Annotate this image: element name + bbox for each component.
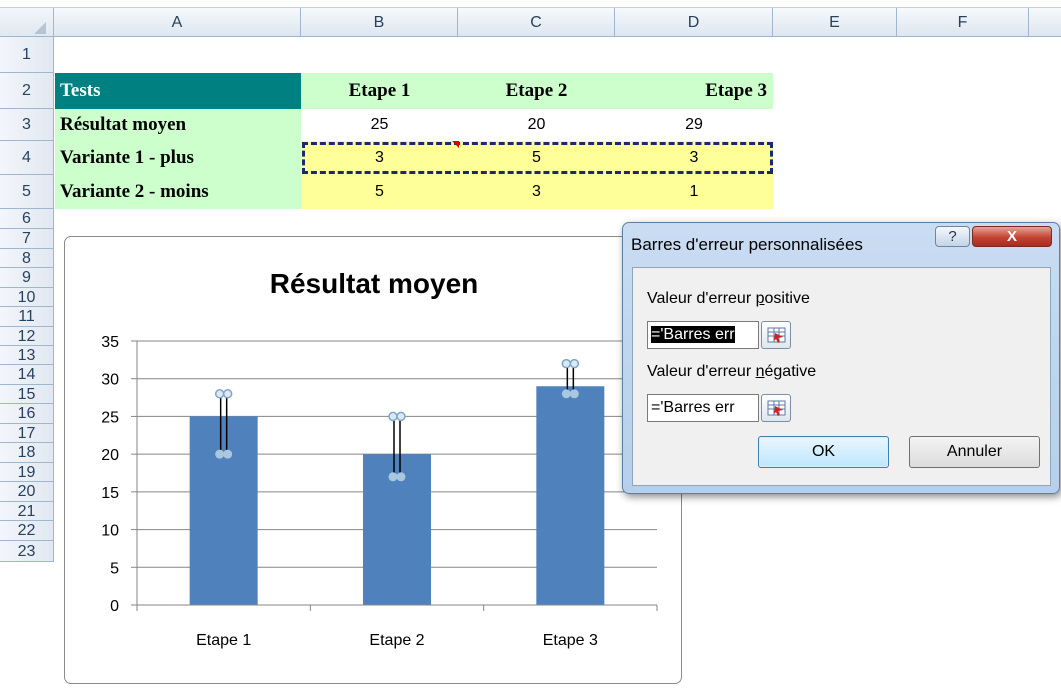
error-bar-handle[interactable]: [214, 389, 225, 399]
cell-b3[interactable]: 25: [301, 109, 458, 141]
row-header-21[interactable]: 21: [0, 502, 54, 521]
range-selector-icon: [767, 327, 786, 343]
row-header-11[interactable]: 11: [0, 307, 54, 327]
row-header-20[interactable]: 20: [0, 482, 54, 502]
bar-1[interactable]: [189, 416, 258, 605]
cell-a4-variante1[interactable]: Variante 1 - plus: [55, 141, 301, 175]
cancel-button[interactable]: Annuler: [909, 436, 1040, 468]
row-header-19[interactable]: 19: [0, 463, 54, 482]
x-tick-label: Etape 1: [196, 632, 251, 649]
row-header-7[interactable]: 7: [0, 229, 54, 249]
column-header-d[interactable]: D: [615, 8, 773, 37]
error-bar-handle[interactable]: [388, 472, 398, 482]
help-button[interactable]: ?: [935, 226, 970, 247]
cell-c3[interactable]: 20: [458, 109, 615, 141]
error-bar-handle[interactable]: [223, 449, 233, 459]
error-bar-handle[interactable]: [569, 358, 580, 369]
cell-a2-tests[interactable]: Tests: [55, 73, 301, 109]
range-selector-icon: [767, 400, 786, 416]
row-header-15[interactable]: 15: [0, 385, 54, 404]
row-header-6[interactable]: 6: [0, 209, 54, 229]
row-header-8[interactable]: 8: [0, 249, 54, 268]
negative-range-selector-button[interactable]: [761, 394, 791, 422]
negative-error-input[interactable]: ='Barres err: [647, 394, 759, 422]
custom-error-bars-dialog[interactable]: Barres d'erreur personnalisées ? X Valeu…: [622, 222, 1060, 494]
y-tick-label: 25: [101, 409, 119, 426]
ok-button[interactable]: OK: [758, 436, 889, 468]
y-tick-label: 20: [101, 447, 119, 464]
positive-error-input[interactable]: ='Barres err: [647, 321, 759, 349]
row-header-3[interactable]: 3: [0, 109, 54, 141]
row-header-1[interactable]: 1: [0, 37, 54, 73]
y-tick-label: 5: [110, 560, 119, 577]
error-bar-handle[interactable]: [215, 449, 225, 459]
row-header-10[interactable]: 10: [0, 288, 54, 307]
dialog-body: Valeur d'erreur positive ='Barres err Va…: [632, 267, 1051, 486]
cell-b5[interactable]: 5: [301, 175, 458, 209]
row-header-18[interactable]: 18: [0, 443, 54, 463]
y-tick-label: 15: [101, 485, 119, 502]
row-header-12[interactable]: 12: [0, 327, 54, 346]
error-bar-handle[interactable]: [222, 389, 233, 399]
y-tick-label: 10: [101, 523, 119, 540]
error-bar-handle[interactable]: [561, 358, 572, 369]
row-header-4[interactable]: 4: [0, 141, 54, 175]
cell-a3-resultat[interactable]: Résultat moyen: [55, 109, 301, 141]
cell-d3[interactable]: 29: [615, 109, 773, 141]
bar-3[interactable]: [536, 386, 605, 605]
column-header-e[interactable]: E: [773, 8, 897, 37]
row-header-16[interactable]: 16: [0, 404, 54, 424]
window-top-edge: [0, 0, 1061, 8]
row-header-14[interactable]: 14: [0, 365, 54, 385]
column-header-b[interactable]: B: [301, 8, 458, 37]
y-tick-label: 30: [101, 372, 119, 389]
error-bar-handle[interactable]: [561, 389, 571, 399]
y-tick-label: 35: [101, 334, 119, 351]
chart-area[interactable]: Résultat moyen 0 5 10 15 20 25 30 35 Etape 1 Etap…: [64, 236, 682, 684]
row-header-2[interactable]: 2: [0, 73, 54, 109]
select-all-triangle-icon: [34, 22, 46, 34]
error-bar-handle[interactable]: [388, 411, 398, 422]
negative-error-label: Valeur d'erreur négative: [647, 363, 817, 380]
row-header-23[interactable]: 23: [0, 541, 54, 562]
row-header-22[interactable]: 22: [0, 521, 54, 541]
x-tick-label: Etape 2: [369, 632, 424, 649]
column-header-c[interactable]: C: [458, 8, 615, 37]
chart-plot[interactable]: 0 5 10 15 20 25 30 35 Etape 1 Etape 2 Etape 3: [65, 237, 681, 683]
row-header-17[interactable]: 17: [0, 424, 54, 443]
close-button[interactable]: X: [972, 226, 1052, 247]
comment-indicator-icon: [452, 141, 459, 148]
column-header-g-partial[interactable]: [1029, 8, 1061, 37]
cell-d2-etape3[interactable]: Etape 3: [615, 73, 773, 109]
positive-error-label: Valeur d'erreur positive: [647, 290, 810, 307]
error-bar-handle[interactable]: [569, 389, 579, 399]
row-header-13[interactable]: 13: [0, 346, 54, 365]
dialog-title: Barres d'erreur personnalisées: [631, 235, 863, 254]
copy-selection-marquee: [302, 142, 773, 174]
x-tick-label: Etape 3: [543, 632, 598, 649]
y-tick-label: 0: [110, 598, 119, 615]
column-header-f[interactable]: F: [897, 8, 1029, 37]
cell-b2-etape1[interactable]: Etape 1: [301, 73, 458, 109]
row-header-9[interactable]: 9: [0, 268, 54, 288]
cell-a5-variante2[interactable]: Variante 2 - moins: [55, 175, 301, 209]
row-header-5[interactable]: 5: [0, 175, 54, 209]
cell-d5[interactable]: 1: [615, 175, 773, 209]
cell-c2-etape2[interactable]: Etape 2: [458, 73, 615, 109]
column-header-a[interactable]: A: [54, 8, 301, 37]
error-bar-handle[interactable]: [396, 472, 406, 482]
error-bar-handle[interactable]: [396, 411, 406, 422]
positive-range-selector-button[interactable]: [761, 321, 791, 349]
cell-c5[interactable]: 3: [458, 175, 615, 209]
